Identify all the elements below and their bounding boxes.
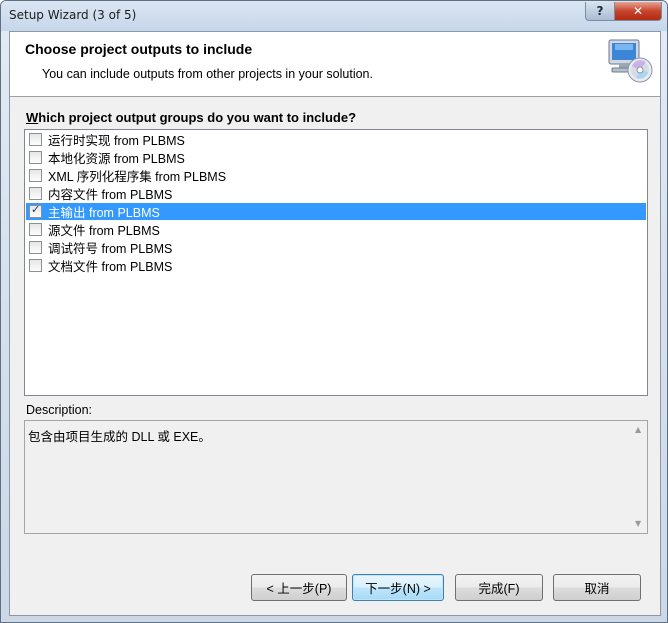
checkmark-icon: ✓ <box>31 204 41 216</box>
list-item[interactable]: XML 序列化程序集 from PLBMS <box>26 167 646 184</box>
item-checkbox[interactable] <box>29 133 42 146</box>
output-groups-question: Which project output groups do you want … <box>26 110 356 125</box>
scroll-up-icon[interactable]: ▲ <box>635 425 641 434</box>
question-text: hich project output groups do you want t… <box>38 110 357 125</box>
question-accelerator: W <box>26 110 39 125</box>
window-title: Setup Wizard (3 of 5) <box>9 8 137 22</box>
page-subtitle: You can include outputs from other proje… <box>42 67 373 81</box>
setup-wizard-window: Setup Wizard (3 of 5) ? ✕ Choose project… <box>0 0 668 623</box>
description-scrollbar[interactable]: ▲ ▼ <box>632 421 647 533</box>
next-button[interactable]: 下一步(N) > <box>352 574 444 601</box>
item-checkbox[interactable]: ✓ <box>29 204 42 218</box>
item-label: XML 序列化程序集 from PLBMS <box>48 170 227 184</box>
page-title: Choose project outputs to include <box>25 41 253 57</box>
list-item[interactable]: ✓ 主输出 from PLBMS <box>26 203 646 220</box>
item-label: 内容文件 from PLBMS <box>48 188 173 202</box>
description-box[interactable]: 包含由项目生成的 DLL 或 EXE。 ▲ ▼ <box>24 420 648 534</box>
item-label: 运行时实现 from PLBMS <box>48 134 185 148</box>
cancel-button[interactable]: 取消 <box>553 574 641 601</box>
back-button[interactable]: < 上一步(P) <box>251 574 347 601</box>
item-label: 源文件 from PLBMS <box>48 224 160 238</box>
list-item[interactable]: 运行时实现 from PLBMS <box>26 131 646 148</box>
list-item[interactable]: 调试符号 from PLBMS <box>26 239 646 256</box>
item-checkbox[interactable] <box>29 169 42 182</box>
scroll-down-icon[interactable]: ▼ <box>635 519 641 528</box>
output-groups-list[interactable]: 运行时实现 from PLBMS 本地化资源 from PLBMS XML 序列化程… <box>24 129 648 396</box>
computer-cd-icon <box>608 39 653 83</box>
list-item[interactable]: 文档文件 from PLBMS <box>26 257 646 274</box>
item-checkbox[interactable] <box>29 223 42 236</box>
description-label: Description: <box>26 403 92 417</box>
item-checkbox[interactable] <box>29 259 42 272</box>
item-label: 主输出 from PLBMS <box>48 206 160 220</box>
item-label: 文档文件 from PLBMS <box>48 260 173 274</box>
description-text: 包含由项目生成的 DLL 或 EXE。 <box>28 430 211 444</box>
item-checkbox[interactable] <box>29 187 42 200</box>
item-checkbox[interactable] <box>29 241 42 254</box>
close-button[interactable]: ✕ <box>614 2 662 21</box>
wizard-header: Choose project outputs to include You ca… <box>10 32 660 97</box>
item-label: 调试符号 from PLBMS <box>48 242 173 256</box>
list-item[interactable]: 本地化资源 from PLBMS <box>26 149 646 166</box>
wizard-body: Choose project outputs to include You ca… <box>9 31 661 616</box>
title-bar[interactable]: Setup Wizard (3 of 5) ? ✕ <box>1 1 667 31</box>
item-label: 本地化资源 from PLBMS <box>48 152 185 166</box>
help-button[interactable]: ? <box>585 2 615 21</box>
finish-button[interactable]: 完成(F) <box>455 574 543 601</box>
item-checkbox[interactable] <box>29 151 42 164</box>
list-item[interactable]: 内容文件 from PLBMS <box>26 185 646 202</box>
list-item[interactable]: 源文件 from PLBMS <box>26 221 646 238</box>
